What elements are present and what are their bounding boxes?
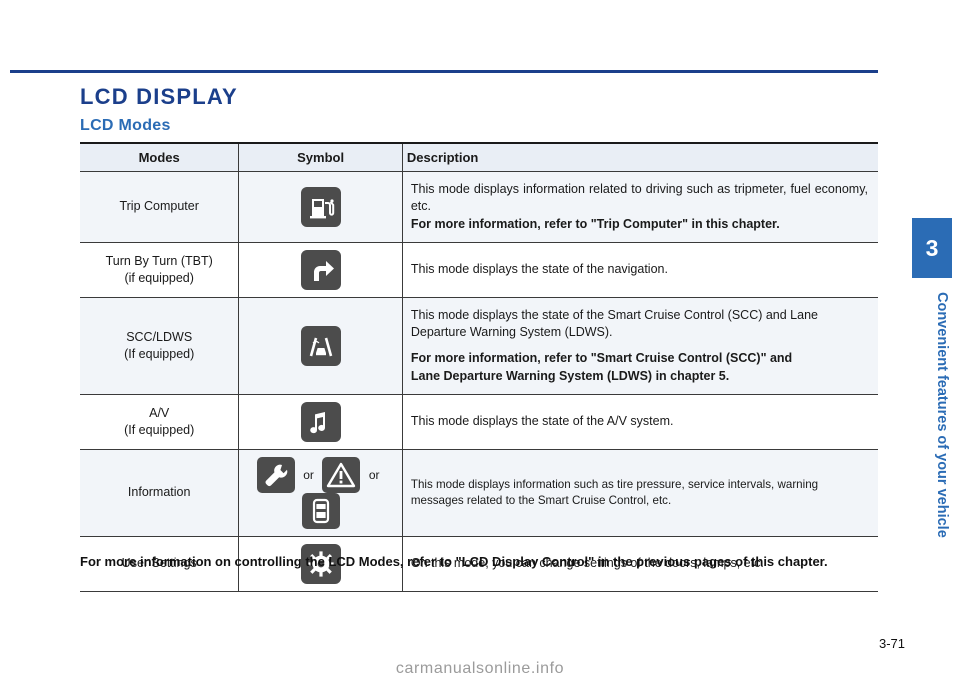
description-text: This mode displays the state of the Smar…: [410, 307, 818, 339]
cell-mode: Information: [80, 448, 240, 537]
cell-mode: Turn By Turn (TBT) (if equipped): [80, 241, 240, 298]
cell-description: This mode displays the state of the navi…: [402, 241, 878, 298]
manual-page: 3 Convenient features of your vehicle LC…: [0, 0, 960, 689]
cell-symbol: [238, 393, 403, 450]
table-row: Turn By Turn (TBT) (if equipped) This mo…: [80, 241, 878, 298]
description-bold: For more information, refer to "Smart Cr…: [410, 351, 793, 366]
mode-sublabel: (If equipped): [124, 422, 195, 437]
turn-arrow-icon: [300, 249, 341, 290]
icon-separator-2: or: [368, 467, 380, 482]
music-note-icon: [300, 401, 341, 442]
description-text: This mode displays information such as t…: [410, 477, 819, 507]
cell-description: This mode displays information related t…: [402, 171, 878, 243]
mode-label: Turn By Turn (TBT): [105, 253, 213, 268]
lcd-modes-table: Modes Symbol Description Trip Computer T…: [80, 142, 878, 592]
cell-symbol: [238, 241, 403, 298]
cell-description: This mode displays the state of the A/V …: [402, 393, 878, 450]
description-bold: For more information, refer to "Trip Com…: [410, 216, 780, 231]
car-front-icon: [301, 492, 340, 529]
lane-departure-icon: [300, 325, 341, 366]
chapter-number: 3: [925, 235, 939, 261]
table-row: SCC/LDWS (If equipped) This mode display…: [80, 296, 878, 395]
header-description: Description: [402, 142, 878, 172]
footer-note-line1: For more information on controlling the …: [80, 554, 748, 569]
header-modes: Modes: [80, 142, 240, 172]
cell-description: This mode displays the state of the Smar…: [402, 296, 878, 395]
footer-note-line2: this chapter.: [751, 554, 828, 569]
description-spacer: [411, 341, 868, 350]
mode-label: Information: [127, 485, 191, 500]
cell-symbol: [238, 171, 403, 243]
cell-symbol: or or: [238, 448, 403, 537]
table-header-row: Modes Symbol Description: [80, 142, 878, 172]
footer-note: For more information on controlling the …: [80, 553, 878, 572]
description-text: This mode displays the state of the navi…: [410, 262, 668, 277]
cell-symbol: [238, 296, 403, 395]
watermark: carmanualsonline.info: [395, 660, 565, 677]
warning-triangle-icon: [322, 456, 361, 493]
page-title: LCD DISPLAY: [80, 84, 238, 109]
mode-label: SCC/LDWS: [126, 329, 193, 344]
description-text: This mode displays the state of the A/V …: [410, 414, 674, 429]
chapter-tab: 3: [912, 218, 952, 278]
mode-sublabel: (if equipped): [124, 270, 194, 285]
icon-separator-1: or: [303, 467, 314, 482]
mode-sublabel: (If equipped): [124, 346, 195, 361]
table-row: A/V (If equipped) This mode displays the…: [80, 393, 878, 450]
header-rule: [10, 70, 878, 73]
chapter-title-vertical: Convenient features of your vehicle: [934, 292, 950, 538]
cell-description: This mode displays information such as t…: [402, 448, 878, 537]
description-bold-2: Lane Departure Warning System (LDWS) in …: [410, 368, 730, 383]
cell-mode: Trip Computer: [80, 171, 240, 243]
table-row: Trip Computer This mode displays informa…: [80, 171, 878, 243]
table-row: Information or or This mode displays inf…: [80, 448, 878, 537]
wrench-icon: [256, 456, 295, 493]
fuel-pump-icon: [300, 186, 341, 227]
cell-mode: A/V (If equipped): [80, 393, 240, 450]
page-number: 3-71: [878, 636, 905, 651]
mode-label: Trip Computer: [119, 199, 199, 214]
cell-mode: SCC/LDWS (If equipped): [80, 296, 240, 395]
description-text: This mode displays information related t…: [410, 182, 868, 214]
section-title: LCD Modes: [80, 117, 171, 134]
mode-label: A/V: [149, 405, 170, 420]
header-symbol: Symbol: [238, 142, 403, 172]
